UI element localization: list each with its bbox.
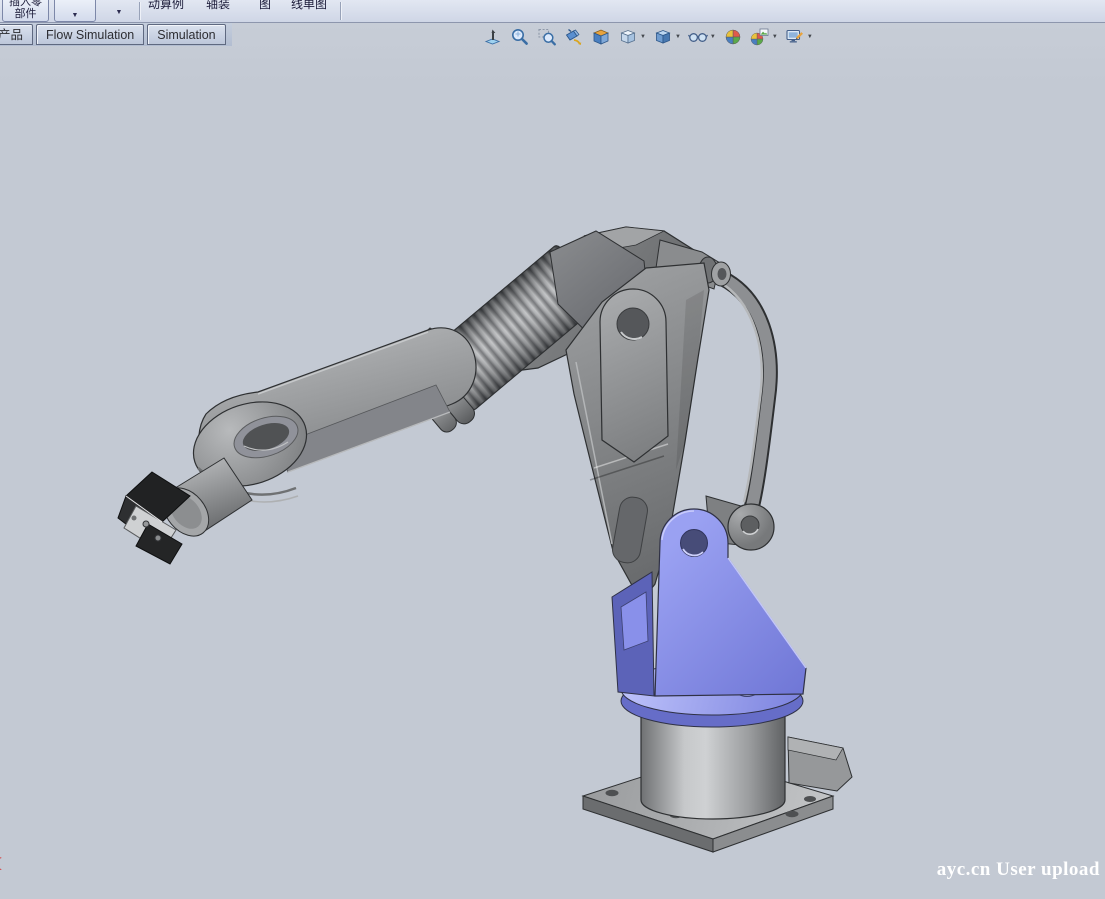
application-window: 插入零 部件 ▼ ▼ 动算例 轴装 图 线单图 产品 Flow Simulati… [0, 0, 1105, 899]
view-settings-icon [785, 27, 805, 47]
watermark-text: ayc.cn User upload [937, 859, 1100, 881]
chevron-down-icon: ▼ [102, 9, 136, 16]
tab-flow-simulation[interactable]: Flow Simulation [36, 24, 144, 45]
previous-view-button[interactable] [563, 26, 585, 48]
toolbar-separator [139, 2, 140, 20]
robot-clevis-joint[interactable] [600, 289, 668, 462]
toolbar-button-label: 图 [259, 0, 271, 11]
toolbar-button-label: 动算例 [148, 0, 184, 11]
hide-show-items-button[interactable]: ▼ [687, 26, 717, 48]
zoom-to-area-icon [537, 27, 557, 47]
edit-appearance-icon [723, 27, 743, 47]
assembly-features-button[interactable]: 轴装 [196, 0, 240, 12]
tab-label: 产品 [0, 28, 23, 42]
section-view-button[interactable] [590, 26, 612, 48]
zoom-to-area-button[interactable] [536, 26, 558, 48]
component-flyout-button[interactable]: ▼ [54, 0, 96, 22]
section-view-icon [591, 27, 611, 47]
insert-components-label-line2: 部件 [15, 8, 37, 20]
toolbar-button-label: 轴装 [206, 0, 230, 11]
tab-simulation[interactable]: Simulation [147, 24, 225, 45]
assembly-toolbar: 插入零 部件 ▼ ▼ 动算例 轴装 图 线单图 [0, 0, 1105, 23]
view-settings-button[interactable]: ▼ [784, 26, 814, 48]
chevron-down-icon: ▼ [640, 34, 646, 40]
chevron-down-icon: ▼ [55, 10, 95, 22]
toolbar-button-label: 线单图 [291, 0, 327, 11]
chevron-down-icon: ▼ [807, 34, 813, 40]
tab-office-products[interactable]: 产品 [0, 24, 33, 45]
zoom-to-fit-icon [510, 27, 530, 47]
exploded-view-button[interactable]: 图 [248, 0, 282, 12]
headsup-view-toolbar: ▼ ▼ ▼ [482, 26, 814, 48]
motion-study-button[interactable]: 动算例 [142, 0, 190, 12]
mate-flyout-button[interactable]: ▼ [102, 0, 136, 22]
robot-arm-model[interactable] [0, 0, 1105, 899]
display-style-button[interactable]: ▼ [652, 26, 682, 48]
toolbar-separator [340, 2, 341, 20]
commandmanager-tab-bar: 产品 Flow Simulation Simulation [0, 23, 232, 46]
zoom-to-fit-button[interactable] [509, 26, 531, 48]
tab-label: Simulation [157, 28, 215, 42]
display-style-icon [653, 27, 673, 47]
view-orientation-button[interactable]: ▼ [617, 26, 647, 48]
robot-linkage-rod[interactable] [706, 278, 774, 550]
chevron-down-icon: ▼ [675, 34, 681, 40]
edit-appearance-button[interactable] [722, 26, 744, 48]
orientation-arrow-icon [483, 27, 503, 47]
orientation-arrow-button[interactable] [482, 26, 504, 48]
explode-line-sketch-button[interactable]: 线单图 [284, 0, 334, 12]
apply-scene-button[interactable]: ▼ [749, 26, 779, 48]
tab-label: Flow Simulation [46, 28, 134, 42]
insert-components-label-line1: 插入零 [9, 0, 42, 8]
insert-components-button[interactable]: 插入零 部件 [2, 0, 49, 22]
chevron-down-icon: ▼ [772, 34, 778, 40]
robot-base-fin-bracket[interactable] [788, 737, 852, 791]
apply-scene-icon [750, 27, 770, 47]
previous-view-icon [564, 27, 584, 47]
chevron-down-icon: ▼ [710, 34, 716, 40]
hide-show-items-icon [688, 27, 708, 47]
red-edge-mark: { [0, 856, 2, 873]
view-orientation-icon [618, 27, 638, 47]
